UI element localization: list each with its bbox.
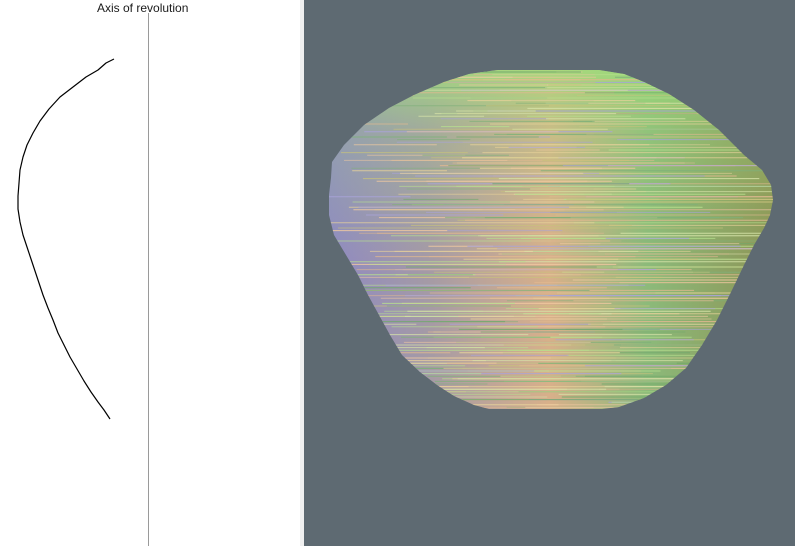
profile-editor-panel[interactable]: Axis of revolution <box>0 0 300 546</box>
profile-canvas[interactable] <box>0 0 300 546</box>
3d-viewport[interactable] <box>304 0 795 546</box>
vase-render[interactable] <box>304 0 795 546</box>
axis-of-revolution-line <box>148 13 149 546</box>
axis-label: Axis of revolution <box>97 1 189 15</box>
vase-surface <box>329 70 773 409</box>
profile-curve[interactable] <box>17 58 115 420</box>
